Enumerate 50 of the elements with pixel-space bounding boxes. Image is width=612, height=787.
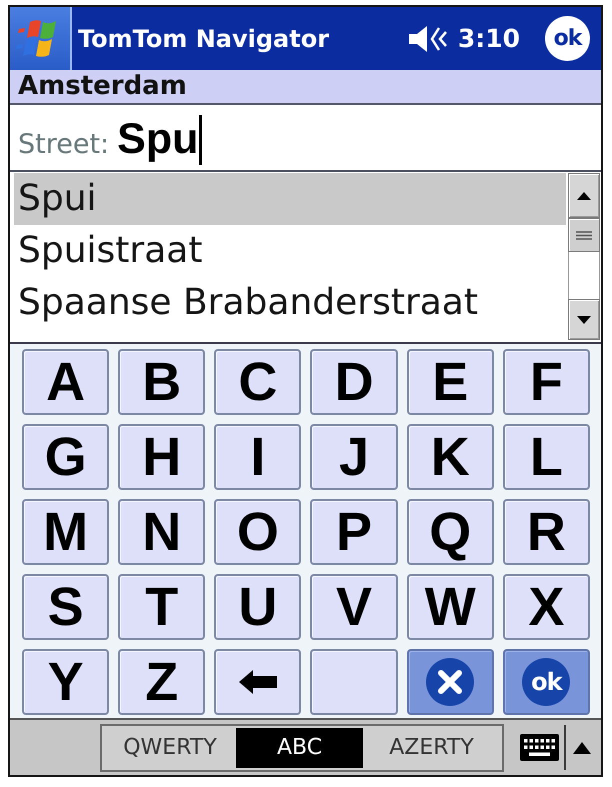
close-icon	[426, 658, 474, 706]
ok-button[interactable]: ok	[545, 16, 590, 61]
letter-key[interactable]: O	[214, 499, 302, 565]
letter-key[interactable]: W	[406, 574, 494, 640]
letter-key[interactable]: K	[406, 424, 494, 490]
app-title: TomTom Navigator	[78, 24, 330, 52]
letter-key[interactable]: L	[502, 424, 590, 490]
scroll-down-button[interactable]	[568, 299, 600, 340]
letter-key[interactable]: N	[118, 499, 206, 565]
letter-key[interactable]: M	[22, 499, 110, 565]
start-button[interactable]	[10, 7, 72, 70]
up-triangle-icon	[577, 192, 591, 200]
letter-key[interactable]: P	[310, 499, 398, 565]
cancel-key[interactable]	[406, 649, 494, 715]
letter-key[interactable]: B	[118, 349, 206, 415]
letter-key[interactable]: V	[310, 574, 398, 640]
keyboard-icon[interactable]	[520, 734, 559, 761]
layout-tab[interactable]: ABC	[236, 728, 363, 768]
grip-lines-icon	[576, 230, 592, 240]
letter-key[interactable]: G	[22, 424, 110, 490]
ok-key[interactable]: ok	[502, 649, 590, 715]
left-arrow-icon	[238, 670, 277, 694]
letter-key[interactable]: J	[310, 424, 398, 490]
scrollbar-thumb[interactable]	[568, 218, 600, 252]
letter-key[interactable]: F	[502, 349, 590, 415]
letter-key[interactable]: Q	[406, 499, 494, 565]
street-list-item[interactable]: Spui	[14, 173, 566, 225]
clock-time: 3:10	[458, 24, 520, 53]
speaker-icon[interactable]	[408, 24, 448, 54]
blank-key[interactable]	[310, 649, 398, 715]
letter-key[interactable]: E	[406, 349, 494, 415]
letter-key[interactable]: I	[214, 424, 302, 490]
letter-key[interactable]: C	[214, 349, 302, 415]
letter-key[interactable]: Y	[22, 649, 110, 715]
letter-key[interactable]: D	[310, 349, 398, 415]
caret-up-icon[interactable]	[573, 742, 591, 754]
letter-key[interactable]: T	[118, 574, 206, 640]
letter-key[interactable]: U	[214, 574, 302, 640]
down-triangle-icon	[577, 316, 591, 324]
letter-key[interactable]: S	[22, 574, 110, 640]
letter-key[interactable]: R	[502, 499, 590, 565]
letter-key[interactable]: H	[118, 424, 206, 490]
backspace-key[interactable]	[214, 649, 302, 715]
letter-key[interactable]: X	[502, 574, 590, 640]
letter-key[interactable]: Z	[118, 649, 206, 715]
field-label: Street:	[18, 129, 110, 160]
city-name: Amsterdam	[10, 70, 601, 105]
letter-key[interactable]: A	[22, 349, 110, 415]
text-cursor-icon	[199, 114, 202, 164]
scroll-up-button[interactable]	[568, 173, 600, 218]
